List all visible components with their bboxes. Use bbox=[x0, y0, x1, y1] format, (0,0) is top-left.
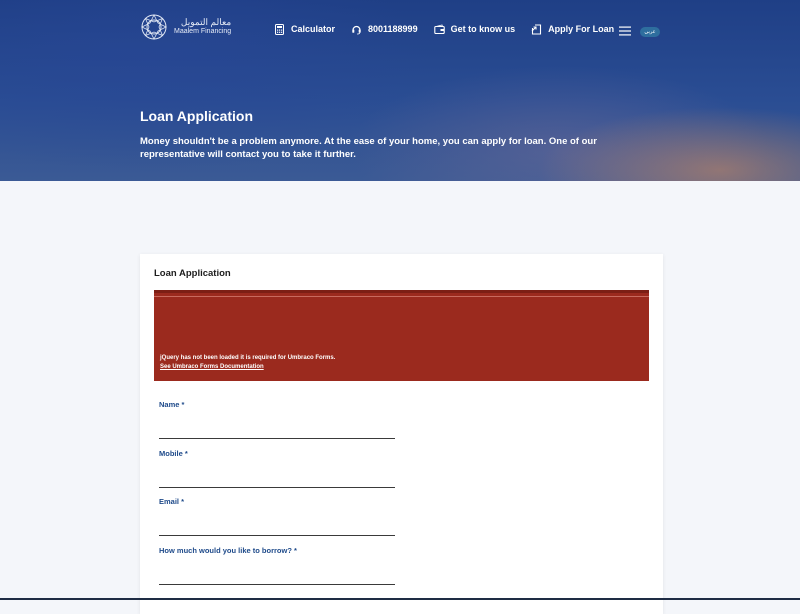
name-label: Name * bbox=[159, 400, 185, 409]
nav-label-calculator: Calculator bbox=[291, 24, 336, 34]
calculator-icon bbox=[275, 23, 284, 35]
email-label: Email * bbox=[159, 497, 185, 506]
form-title: Loan Application bbox=[154, 268, 231, 279]
menu-icon[interactable] bbox=[619, 26, 631, 36]
logo-arabic-name: معالم التمويل bbox=[180, 17, 232, 27]
error-banner: jQuery has not been loaded it is require… bbox=[154, 290, 649, 381]
wallet-icon bbox=[433, 23, 445, 34]
nav-item-phone[interactable]: 8001188999 bbox=[351, 24, 418, 35]
nav-item-calculator[interactable]: Calculator bbox=[274, 23, 336, 35]
error-doc-link[interactable]: See Umbraco Forms Documentation bbox=[160, 363, 335, 372]
mobile-field: Mobile * bbox=[159, 449, 395, 488]
language-toggle[interactable]: عربي bbox=[640, 27, 660, 37]
nav-label-phone: 8001188999 bbox=[368, 24, 418, 34]
borrow-amount-label: How much would you like to borrow? * bbox=[159, 546, 297, 555]
logo-mark-icon bbox=[141, 14, 167, 40]
headset-icon bbox=[352, 25, 361, 34]
hero-banner: معالم التمويل Maalem Financing Calculato… bbox=[0, 0, 800, 181]
borrow-amount-field: How much would you like to borrow? * bbox=[159, 546, 395, 585]
name-input[interactable] bbox=[159, 426, 395, 439]
mobile-label: Mobile * bbox=[159, 449, 188, 458]
nav-label-apply: Apply For Loan bbox=[548, 24, 615, 34]
email-input[interactable] bbox=[159, 523, 395, 536]
nav-label-about: Get to know us bbox=[450, 24, 516, 34]
name-field: Name * bbox=[159, 400, 395, 439]
error-text: jQuery has not been loaded it is require… bbox=[160, 354, 335, 372]
hero-description: Money shouldn't be a problem anymore. At… bbox=[140, 136, 597, 160]
error-message: jQuery has not been loaded it is require… bbox=[160, 355, 336, 361]
logo[interactable]: معالم التمويل Maalem Financing bbox=[140, 13, 231, 41]
nav-item-apply[interactable]: Apply For Loan bbox=[531, 23, 615, 35]
apply-icon bbox=[531, 23, 542, 35]
error-divider bbox=[154, 296, 649, 297]
logo-english-name: Maalem Financing bbox=[174, 28, 232, 35]
top-nav: Calculator 8001188999 Get to know us App… bbox=[274, 22, 630, 36]
email-field: Email * bbox=[159, 497, 395, 536]
loan-form-card: Loan Application jQuery has not been loa… bbox=[140, 254, 663, 614]
nav-item-about[interactable]: Get to know us bbox=[433, 23, 516, 35]
borrow-amount-input[interactable] bbox=[159, 572, 395, 585]
page-title: Loan Application bbox=[140, 108, 254, 124]
mobile-input[interactable] bbox=[159, 475, 395, 488]
